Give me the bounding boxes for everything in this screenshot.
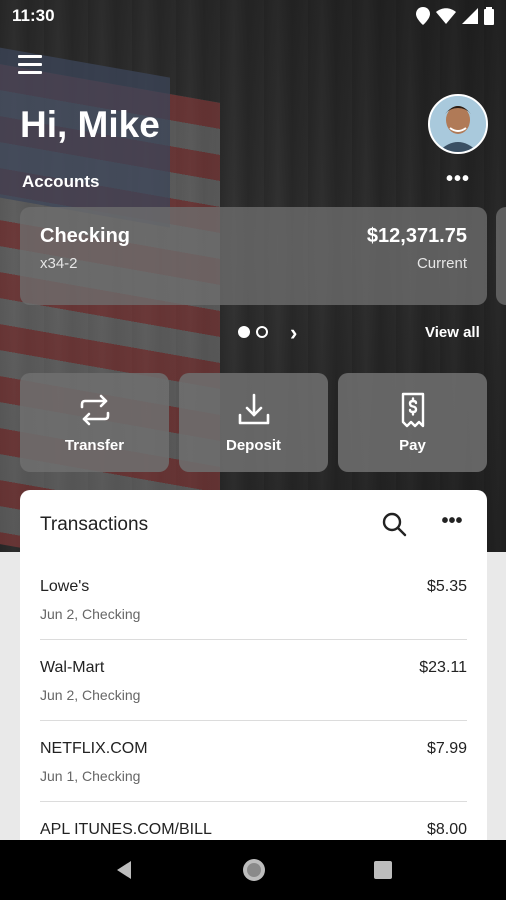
view-all-link[interactable]: View all — [425, 324, 480, 341]
transfer-icon — [80, 394, 109, 426]
transactions-card: Transactions ••• Lowe's Jun 2, Checking … — [20, 490, 487, 850]
pager-dot[interactable] — [256, 326, 268, 338]
search-icon[interactable] — [380, 510, 408, 538]
transaction-subtitle: Jun 1, Checking — [40, 768, 141, 784]
transaction-amount: $5.35 — [426, 578, 467, 595]
transaction-name: APL ITUNES.COM/BILL — [40, 821, 212, 838]
transactions-more-icon[interactable]: ••• — [438, 510, 466, 534]
account-card-next-peek[interactable] — [496, 207, 506, 305]
transaction-row[interactable]: NETFLIX.COM Jun 1, Checking $7.99 — [40, 722, 467, 802]
transaction-amount: $7.99 — [426, 740, 467, 757]
wifi-icon — [436, 8, 456, 24]
quick-actions: Transfer Deposit Pay — [20, 373, 487, 472]
transaction-amount: $8.00 — [426, 821, 467, 838]
transaction-name: Lowe's — [40, 578, 90, 595]
deposit-label: Deposit — [225, 437, 281, 454]
status-time: 11:30 — [12, 6, 55, 25]
pay-button[interactable]: Pay — [338, 373, 487, 472]
transaction-amount: $23.11 — [419, 659, 467, 676]
avatar[interactable] — [428, 94, 488, 154]
pay-icon — [401, 392, 424, 428]
transfer-button[interactable]: Transfer — [20, 373, 169, 472]
transaction-name: Wal-Mart — [40, 659, 105, 676]
pager-dot-active[interactable] — [238, 326, 250, 338]
account-balance-type: Current — [416, 255, 467, 272]
home-icon[interactable] — [241, 857, 267, 883]
transaction-row[interactable]: Wal-Mart Jun 2, Checking $23.11 — [40, 641, 467, 721]
menu-line — [18, 62, 42, 66]
chevron-right-icon[interactable]: › — [290, 320, 297, 346]
transaction-row[interactable]: Lowe's Jun 2, Checking $5.35 — [40, 560, 467, 640]
pay-label: Pay — [399, 437, 426, 454]
menu-line — [18, 54, 42, 58]
status-bar: 11:30 — [0, 0, 506, 32]
transactions-title: Transactions — [40, 514, 149, 535]
avatar-image — [430, 96, 486, 152]
deposit-icon — [238, 393, 269, 425]
account-number: x34-2 — [40, 255, 78, 272]
transaction-subtitle: Jun 2, Checking — [40, 606, 141, 622]
menu-line — [18, 70, 42, 74]
account-name: Checking — [40, 225, 131, 247]
back-icon[interactable] — [113, 859, 135, 881]
battery-icon — [484, 7, 494, 25]
recents-icon[interactable] — [373, 860, 393, 880]
system-nav-bar — [0, 840, 506, 900]
signal-icon — [462, 8, 478, 24]
deposit-button[interactable]: Deposit — [179, 373, 328, 472]
transfer-label: Transfer — [64, 437, 125, 454]
menu-button[interactable] — [18, 48, 52, 80]
transaction-name: NETFLIX.COM — [40, 740, 148, 757]
account-pager — [238, 326, 268, 338]
location-icon — [416, 7, 430, 25]
accounts-more-icon[interactable]: ••• — [444, 168, 472, 192]
greeting: Hi, Mike — [20, 104, 160, 145]
account-balance: $12,371.75 — [366, 225, 467, 247]
account-card-checking[interactable]: Checking x34-2 $12,371.75 Current — [20, 207, 487, 305]
status-icons — [416, 7, 494, 25]
transaction-subtitle: Jun 2, Checking — [40, 687, 141, 703]
accounts-label: Accounts — [22, 172, 100, 191]
